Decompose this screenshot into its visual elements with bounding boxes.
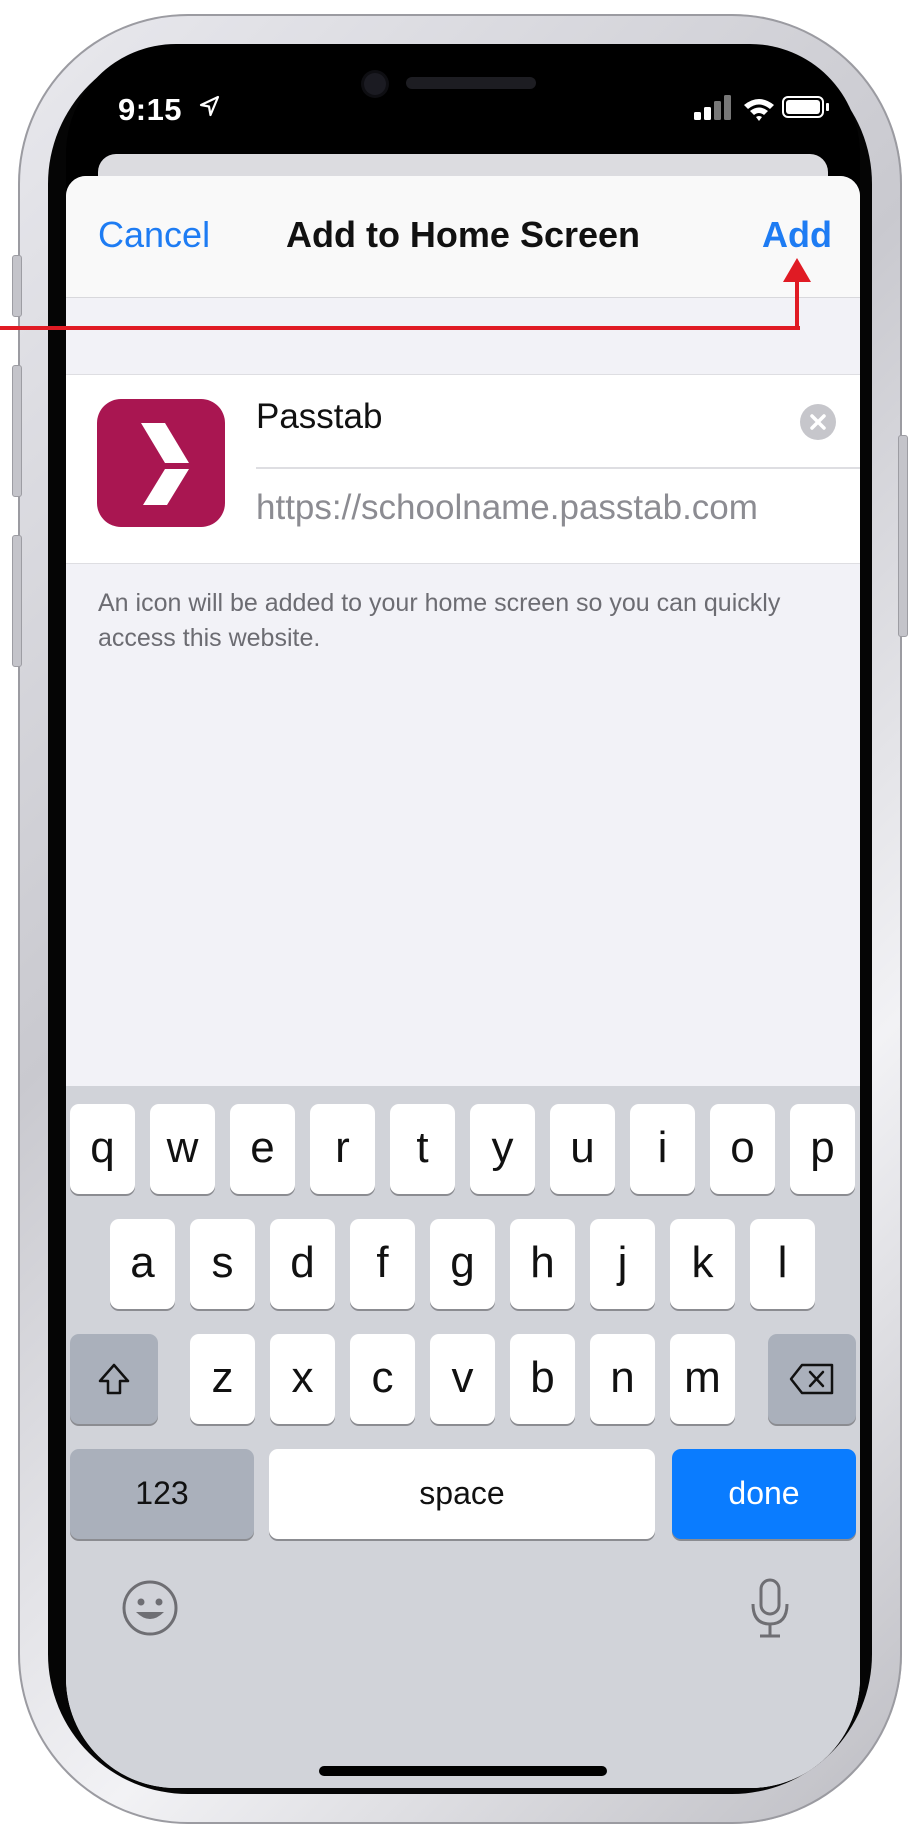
phone-screen: Cancel Add to Home Screen Add Passtab ht… — [66, 44, 860, 1788]
key-k[interactable]: k — [670, 1219, 735, 1309]
key-p[interactable]: p — [790, 1104, 855, 1194]
volume-down-button — [12, 535, 22, 667]
volume-up-button — [12, 365, 22, 497]
key-e[interactable]: e — [230, 1104, 295, 1194]
home-indicator — [319, 1766, 607, 1776]
battery-icon — [782, 96, 824, 118]
status-time: 9:15 — [118, 92, 183, 127]
clear-icon[interactable] — [800, 404, 836, 440]
bookmark-form: Passtab https://schoolname.passtab.com — [66, 374, 860, 564]
add-button[interactable]: Add — [762, 214, 832, 256]
key-y[interactable]: y — [470, 1104, 535, 1194]
emoji-icon[interactable] — [120, 1578, 180, 1643]
microphone-icon[interactable] — [748, 1576, 792, 1647]
key-x[interactable]: x — [270, 1334, 335, 1424]
sheet-navbar: Cancel Add to Home Screen Add — [66, 176, 860, 298]
key-m[interactable]: m — [670, 1334, 735, 1424]
key-j[interactable]: j — [590, 1219, 655, 1309]
name-field[interactable]: Passtab — [256, 375, 860, 469]
key-i[interactable]: i — [630, 1104, 695, 1194]
annotation-line-vertical — [795, 277, 799, 330]
key-z[interactable]: z — [190, 1334, 255, 1424]
delete-key[interactable] — [768, 1334, 856, 1424]
url-text: https://schoolname.passtab.com — [256, 488, 758, 527]
keyboard: q w e r t y u i o p a s d f g h j k l z … — [66, 1086, 860, 1788]
key-q[interactable]: q — [70, 1104, 135, 1194]
key-t[interactable]: t — [390, 1104, 455, 1194]
space-key[interactable]: space — [269, 1449, 655, 1539]
key-s[interactable]: s — [190, 1219, 255, 1309]
location-arrow-icon — [199, 95, 220, 117]
key-b[interactable]: b — [510, 1334, 575, 1424]
key-g[interactable]: g — [430, 1219, 495, 1309]
shift-key[interactable] — [70, 1334, 158, 1424]
key-w[interactable]: w — [150, 1104, 215, 1194]
key-a[interactable]: a — [110, 1219, 175, 1309]
key-d[interactable]: d — [270, 1219, 335, 1309]
numbers-key[interactable]: 123 — [70, 1449, 254, 1539]
name-input[interactable]: Passtab — [256, 397, 382, 437]
delete-icon — [789, 1363, 834, 1395]
power-button — [898, 435, 908, 637]
annotation-arrow — [783, 258, 811, 282]
key-h[interactable]: h — [510, 1219, 575, 1309]
silent-switch — [12, 255, 22, 317]
done-key[interactable]: done — [672, 1449, 856, 1539]
sheet-title: Add to Home Screen — [285, 214, 641, 255]
hint-text: An icon will be added to your home scree… — [98, 589, 781, 652]
key-c[interactable]: c — [350, 1334, 415, 1424]
key-v[interactable]: v — [430, 1334, 495, 1424]
annotation-line — [0, 326, 800, 330]
shift-icon — [98, 1363, 130, 1395]
key-o[interactable]: o — [710, 1104, 775, 1194]
key-f[interactable]: f — [350, 1219, 415, 1309]
passtab-logo-icon — [97, 399, 225, 527]
key-u[interactable]: u — [550, 1104, 615, 1194]
key-r[interactable]: r — [310, 1104, 375, 1194]
status-bar: 9:15 — [66, 44, 860, 164]
battery-tip — [826, 103, 829, 111]
key-l[interactable]: l — [750, 1219, 815, 1309]
key-n[interactable]: n — [590, 1334, 655, 1424]
wifi-icon — [744, 99, 774, 121]
